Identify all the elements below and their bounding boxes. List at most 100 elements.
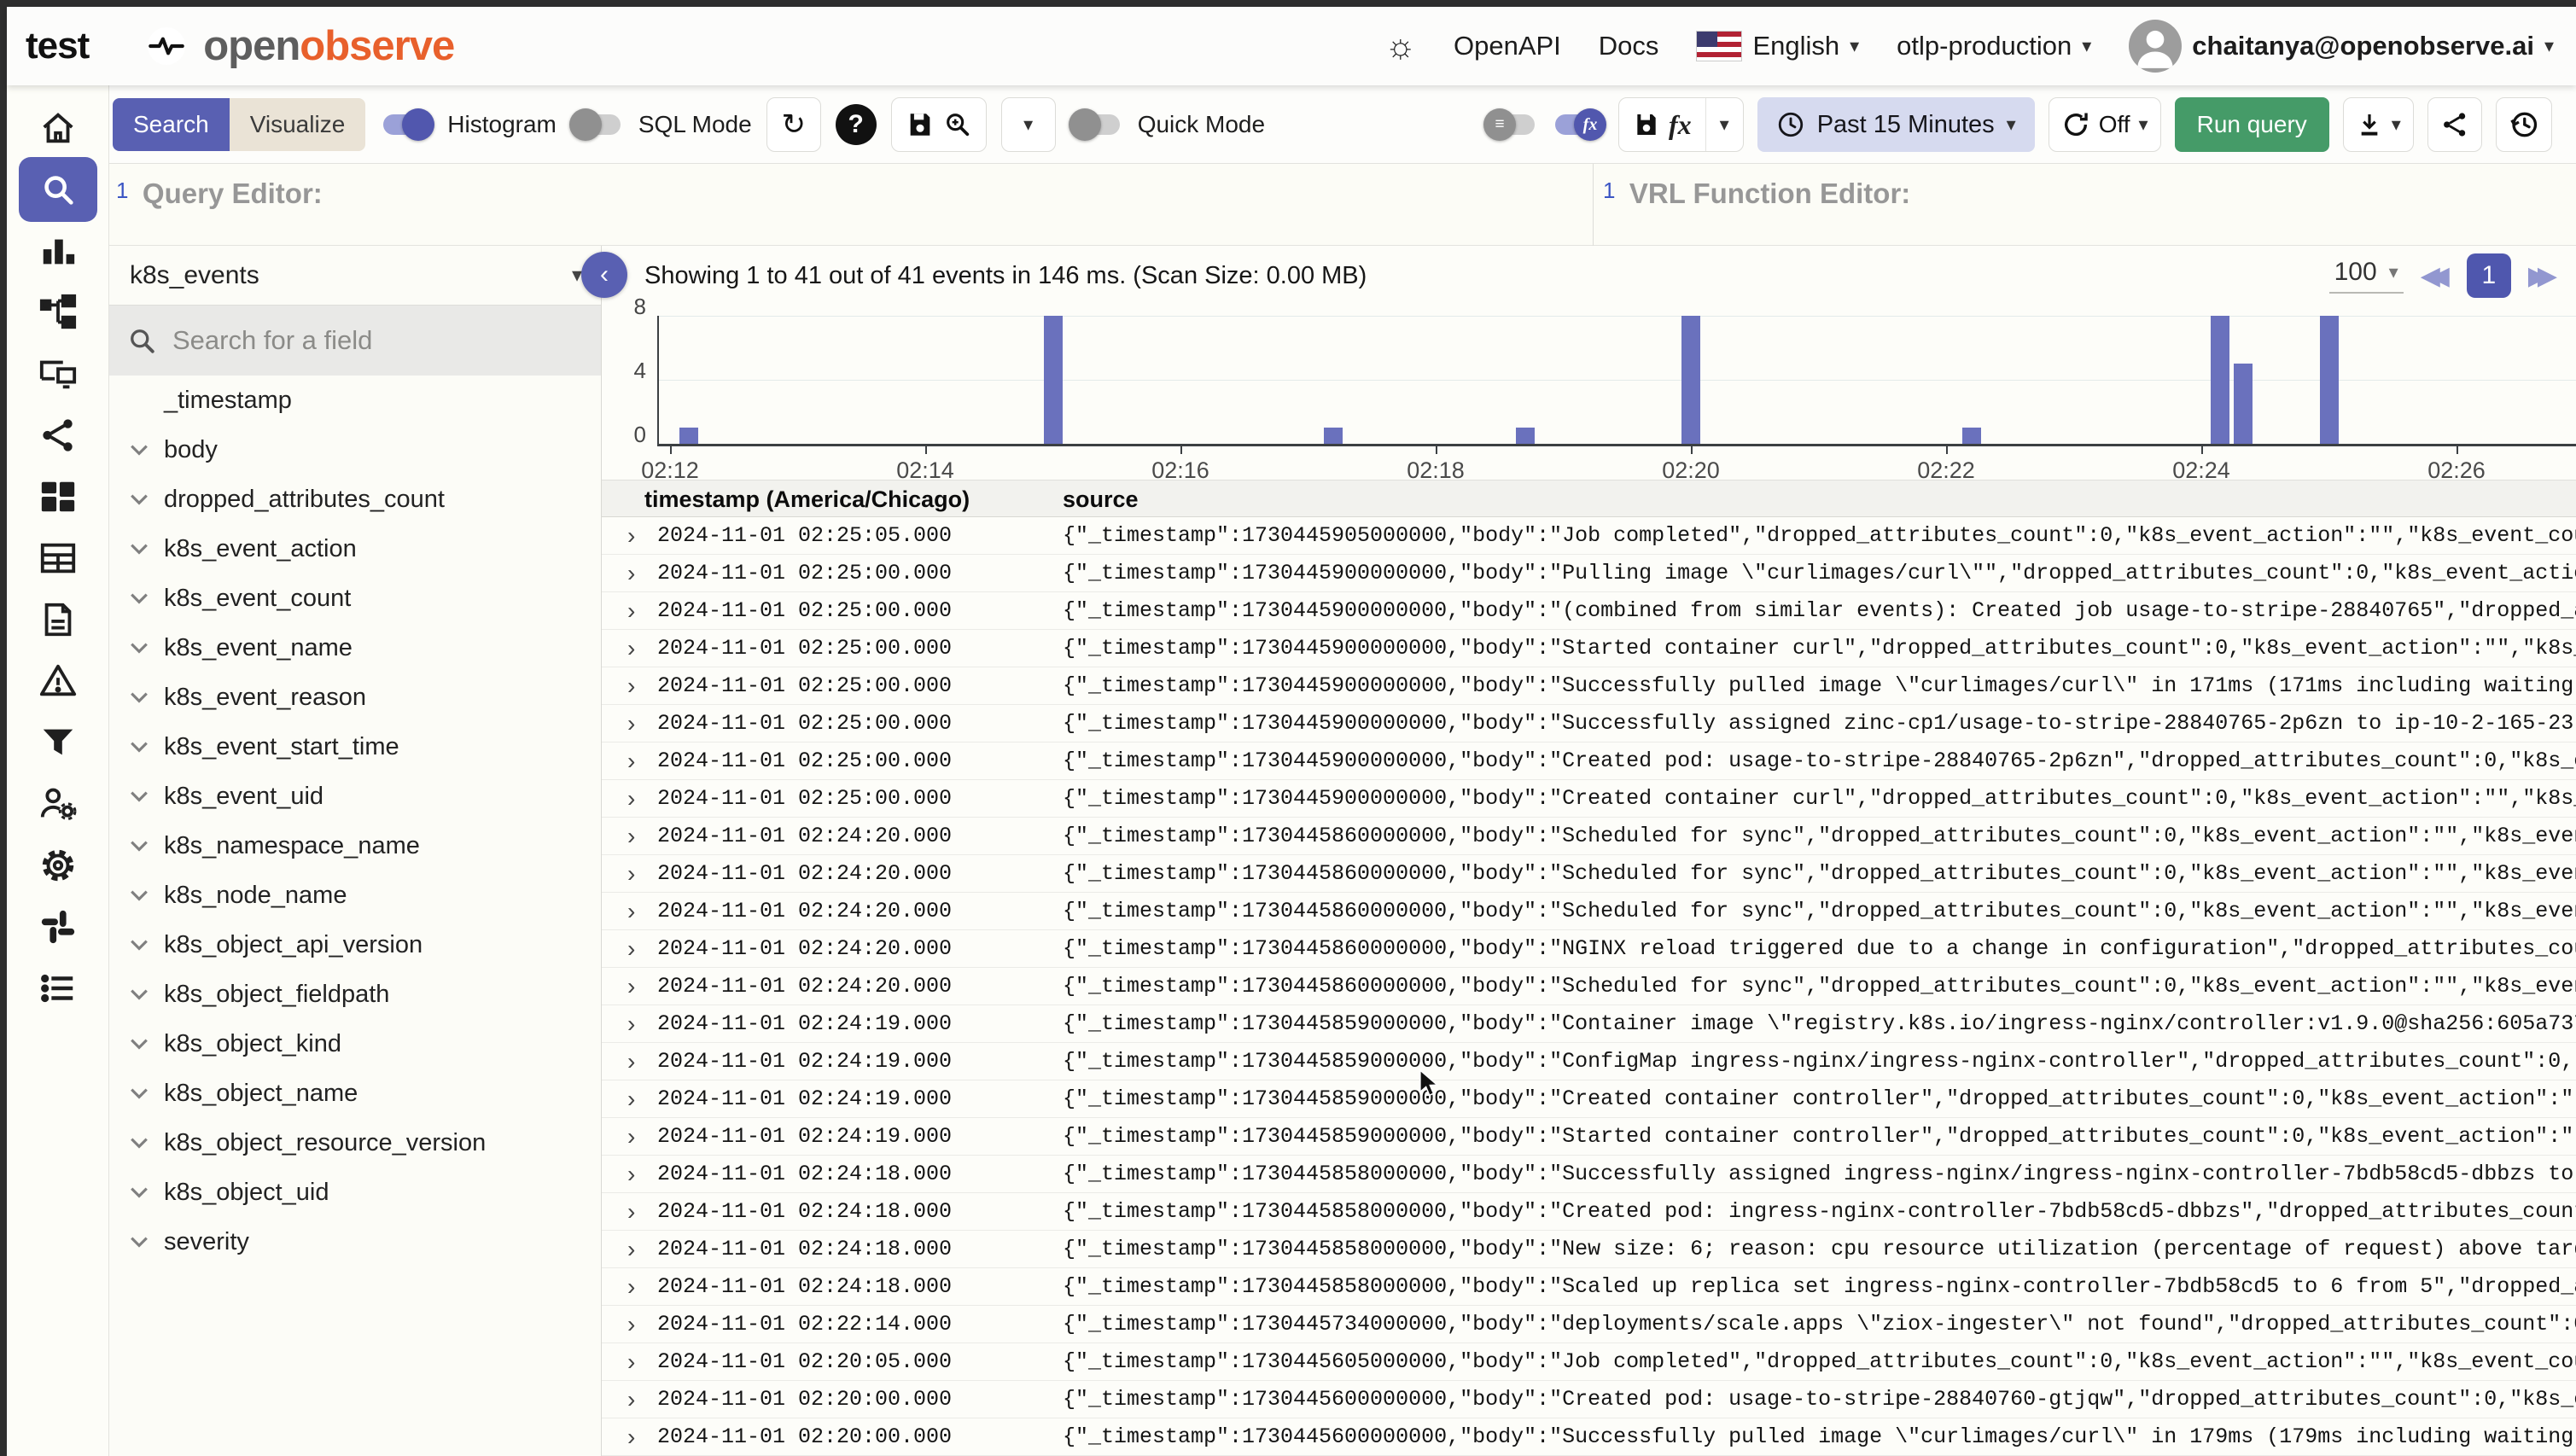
field-item-body[interactable]: body (109, 425, 601, 475)
expand-row-icon[interactable]: › (627, 1231, 635, 1268)
transform-toggle[interactable]: ≡ (1483, 108, 1538, 141)
table-row[interactable]: › 2024-11-01 02:25:00.000 {"_timestamp":17… (602, 743, 2576, 780)
expand-row-icon[interactable]: › (627, 930, 635, 968)
brightness-icon[interactable]: ☼ (1384, 27, 1416, 66)
sidebar-item-menu[interactable] (19, 961, 97, 1016)
table-row[interactable]: › 2024-11-01 02:20:00.000 {"_timestamp":17… (602, 1418, 2576, 1456)
chevron-down-icon[interactable] (128, 642, 150, 654)
expand-row-icon[interactable]: › (627, 592, 635, 630)
chevron-down-icon[interactable] (128, 1186, 150, 1198)
sidebar-item-settings[interactable] (19, 838, 97, 893)
table-row[interactable]: › 2024-11-01 02:24:20.000 {"_timestamp":17… (602, 893, 2576, 930)
table-row[interactable]: › 2024-11-01 02:24:20.000 {"_timestamp":17… (602, 968, 2576, 1005)
expand-row-icon[interactable]: › (627, 1418, 635, 1456)
histogram-bar-02:17:10[interactable] (1324, 428, 1343, 444)
auto-refresh-select[interactable]: Off ▾ (2048, 97, 2161, 152)
first-page-button[interactable]: ◀◀ (2421, 261, 2450, 291)
sidebar-item-rum[interactable] (19, 347, 97, 401)
histogram-chart[interactable]: 02:12 02:14 02:16 02:18 02:20 02:22 02:24 02:26 (641, 306, 2576, 483)
field-item-dropped_attributes_count[interactable]: dropped_attributes_count (109, 475, 601, 524)
tab-visualize[interactable]: Visualize (229, 98, 366, 151)
reset-query-button[interactable]: ↻ (766, 97, 821, 152)
expand-row-icon[interactable]: › (627, 1268, 635, 1306)
saved-views-button[interactable] (892, 98, 986, 151)
table-row[interactable]: › 2024-11-01 02:24:19.000 {"_timestamp":17… (602, 1043, 2576, 1080)
vrl-function-editor[interactable]: 1 VRL Function Editor: (1601, 164, 2574, 246)
table-row[interactable]: › 2024-11-01 02:24:18.000 {"_timestamp":17… (602, 1268, 2576, 1306)
table-row[interactable]: › 2024-11-01 02:24:18.000 {"_timestamp":17… (602, 1156, 2576, 1193)
expand-row-icon[interactable]: › (627, 630, 635, 667)
histogram-bar-02:20:00[interactable] (1681, 316, 1700, 444)
chevron-down-icon[interactable] (128, 1038, 150, 1050)
expand-row-icon[interactable]: › (627, 1343, 635, 1381)
histogram-toggle[interactable] (380, 108, 435, 141)
table-row[interactable]: › 2024-11-01 02:24:19.000 {"_timestamp":17… (602, 1005, 2576, 1043)
collapse-fields-button[interactable]: ‹ (581, 252, 627, 298)
page-size-select[interactable]: 100 ▾ (2328, 258, 2404, 294)
help-button[interactable]: ? (835, 104, 877, 145)
field-item-severity[interactable]: severity (109, 1217, 601, 1267)
table-row[interactable]: › 2024-11-01 02:22:14.000 {"_timestamp":17… (602, 1306, 2576, 1343)
histogram-bar-02:24:20[interactable] (2234, 364, 2253, 444)
chevron-down-icon[interactable] (128, 691, 150, 703)
organization-select[interactable]: otlp-production ▾ (1897, 31, 2091, 61)
table-row[interactable]: › 2024-11-01 02:20:00.000 {"_timestamp":17… (602, 1381, 2576, 1418)
sql-mode-toggle[interactable] (568, 108, 624, 141)
field-item-k8s_namespace_name[interactable]: k8s_namespace_name (109, 821, 601, 871)
expand-row-icon[interactable]: › (627, 1193, 635, 1231)
field-item-k8s_object_fieldpath[interactable]: k8s_object_fieldpath (109, 970, 601, 1019)
field-search-input[interactable] (171, 324, 546, 357)
table-row[interactable]: › 2024-11-01 02:25:00.000 {"_timestamp":17… (602, 780, 2576, 818)
chevron-down-icon[interactable] (128, 1137, 150, 1149)
sidebar-item-streams[interactable] (19, 531, 97, 585)
histogram-bar-02:15:00[interactable] (1043, 316, 1063, 444)
field-item-k8s_event_name[interactable]: k8s_event_name (109, 623, 601, 673)
function-list-expand-button[interactable]: ▾ (1705, 98, 1743, 151)
histogram-bar-02:24:10[interactable] (2211, 316, 2230, 444)
field-item-k8s_event_count[interactable]: k8s_event_count (109, 574, 601, 623)
expand-row-icon[interactable]: › (627, 743, 635, 780)
chevron-down-icon[interactable] (128, 444, 150, 456)
quick-mode-toggle[interactable] (1068, 108, 1123, 141)
expand-row-icon[interactable]: › (627, 705, 635, 743)
chevron-down-icon[interactable] (128, 1087, 150, 1099)
sidebar-item-alerts[interactable] (19, 654, 97, 708)
table-row[interactable]: › 2024-11-01 02:25:05.000 {"_timestamp":17… (602, 517, 2576, 555)
expand-row-icon[interactable]: › (627, 1005, 635, 1043)
field-item-k8s_object_kind[interactable]: k8s_object_kind (109, 1019, 601, 1069)
user-menu[interactable]: chaitanya@openobserve.ai ▾ (2129, 20, 2554, 73)
language-select[interactable]: English ▾ (1696, 31, 1859, 61)
field-item-k8s_event_uid[interactable]: k8s_event_uid (109, 772, 601, 821)
field-item-k8s_event_start_time[interactable]: k8s_event_start_time (109, 722, 601, 772)
run-query-button[interactable]: Run query (2174, 97, 2329, 152)
chevron-down-icon[interactable] (128, 741, 150, 753)
table-row[interactable]: › 2024-11-01 02:20:05.000 {"_timestamp":17… (602, 1343, 2576, 1381)
expand-row-icon[interactable]: › (627, 1381, 635, 1418)
chevron-down-icon[interactable] (128, 543, 150, 555)
table-row[interactable]: › 2024-11-01 02:24:19.000 {"_timestamp":17… (602, 1080, 2576, 1118)
histogram-bar-02:22:14[interactable] (1961, 428, 1981, 444)
expand-row-icon[interactable]: › (627, 855, 635, 893)
sidebar-item-reports[interactable] (19, 592, 97, 647)
field-item-k8s_event_action[interactable]: k8s_event_action (109, 524, 601, 574)
chevron-down-icon[interactable] (128, 988, 150, 1000)
chevron-down-icon[interactable] (128, 592, 150, 604)
chevron-down-icon[interactable] (128, 939, 150, 951)
table-row[interactable]: › 2024-11-01 02:24:18.000 {"_timestamp":17… (602, 1231, 2576, 1268)
expand-row-icon[interactable]: › (627, 1306, 635, 1343)
expand-row-icon[interactable]: › (627, 818, 635, 855)
stream-select[interactable]: k8s_events ▾ (109, 246, 601, 306)
field-item-k8s_object_name[interactable]: k8s_object_name (109, 1069, 601, 1118)
expand-row-icon[interactable]: › (627, 1156, 635, 1193)
sidebar-item-traces[interactable] (19, 285, 97, 340)
field-item-k8s_object_api_version[interactable]: k8s_object_api_version (109, 920, 601, 970)
share-link-button[interactable] (2427, 97, 2482, 152)
saved-views-expand-button[interactable]: ▾ (1000, 97, 1056, 152)
sidebar-item-functions[interactable] (19, 715, 97, 770)
table-row[interactable]: › 2024-11-01 02:25:00.000 {"_timestamp":17… (602, 555, 2576, 592)
field-item-k8s_object_resource_version[interactable]: k8s_object_resource_version (109, 1118, 601, 1168)
field-item-_timestamp[interactable]: _timestamp (109, 376, 601, 425)
histogram-bar-02:18:40[interactable] (1515, 428, 1535, 444)
sidebar-item-metrics[interactable] (19, 224, 97, 278)
table-row[interactable]: › 2024-11-01 02:24:20.000 {"_timestamp":17… (602, 818, 2576, 855)
